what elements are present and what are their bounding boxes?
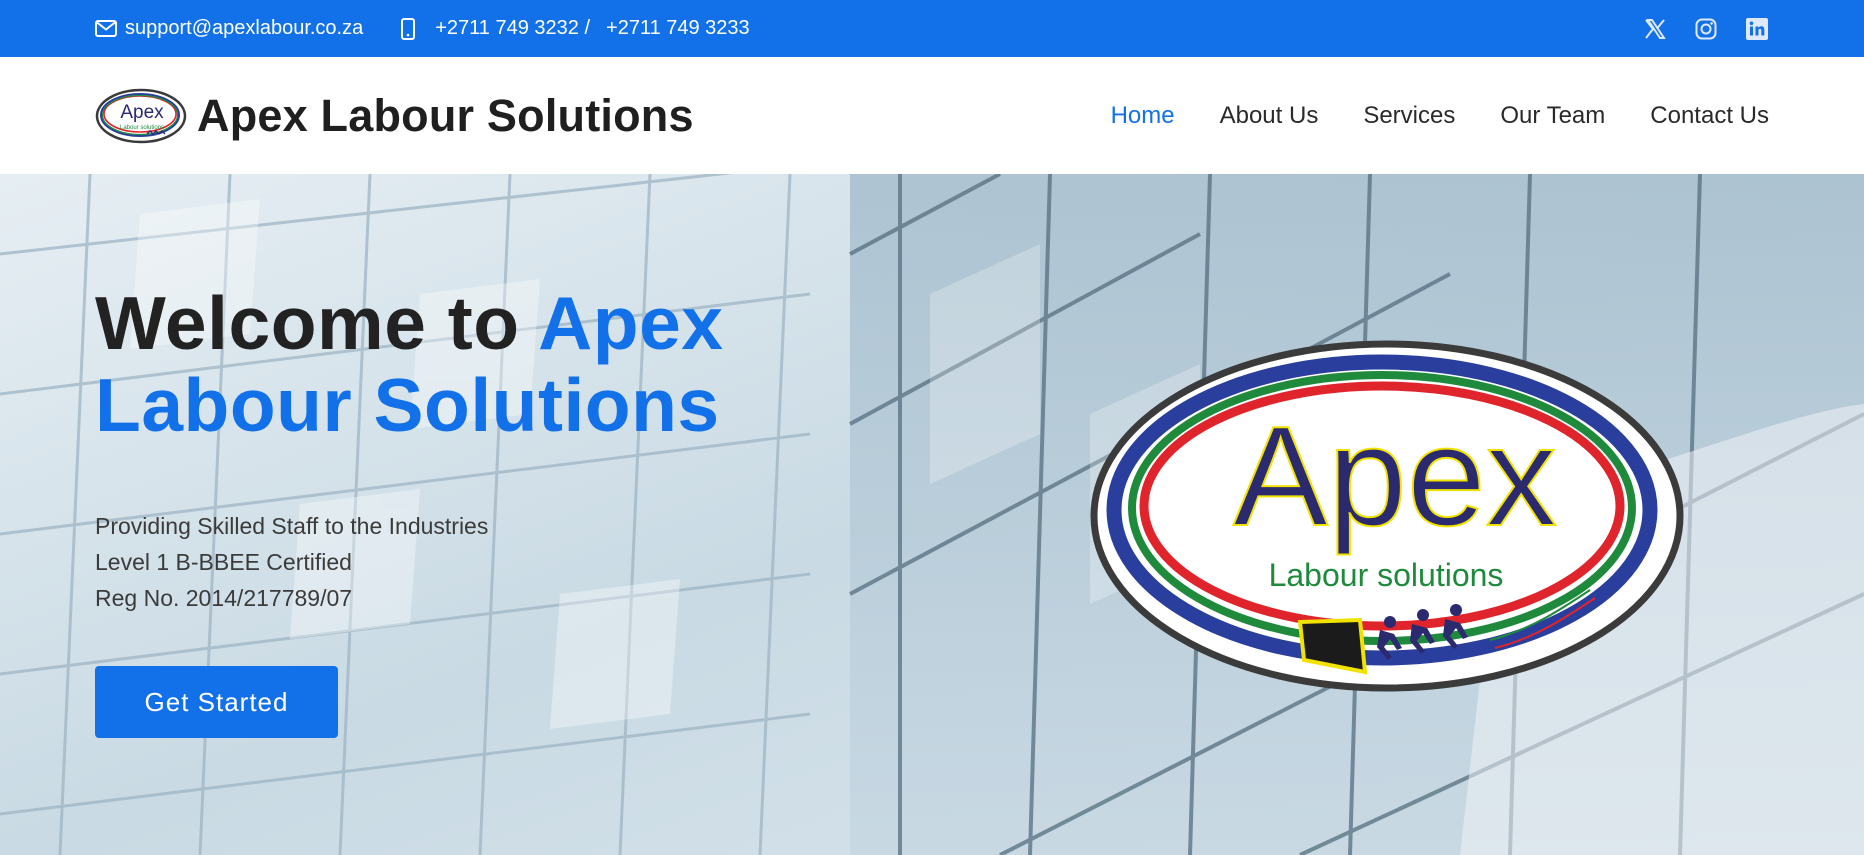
instagram-icon[interactable] <box>1694 17 1718 41</box>
phone-number-1[interactable]: +2711 749 3232 / <box>435 17 590 40</box>
x-twitter-icon[interactable] <box>1643 17 1667 41</box>
phone-icon <box>401 17 416 40</box>
logo-large-wordmark: Apex <box>1233 397 1557 556</box>
nav-services[interactable]: Services <box>1363 102 1455 130</box>
hero-title: Welcome to Apex Labour Solutions <box>95 282 815 446</box>
hero-title-accent-2: Labour Solutions <box>95 363 720 447</box>
brand-name: Apex Labour Solutions <box>197 89 694 141</box>
hero-line-tagline: Providing Skilled Staff to the Industrie… <box>95 513 489 539</box>
social-links <box>1643 0 1769 57</box>
nav-contact-us[interactable]: Contact Us <box>1650 102 1769 130</box>
hero-line-reg: Reg No. 2014/217789/07 <box>95 585 353 611</box>
site-header: Apex Labour solutions Apex Labour Soluti… <box>0 57 1864 174</box>
email-contact[interactable]: support@apexlabour.co.za <box>95 17 363 40</box>
hero-title-accent-1: Apex <box>538 281 724 365</box>
contact-info: support@apexlabour.co.za +2711 749 3232 … <box>95 0 750 57</box>
apex-logo-large: Apex Labour solutions <box>1090 340 1684 692</box>
logo-large-tagline: Labour solutions <box>1269 557 1504 593</box>
hero-line-bbbee: Level 1 B-BBEE Certified <box>95 549 352 575</box>
envelope-icon <box>95 20 117 37</box>
get-started-button[interactable]: Get Started <box>95 666 338 738</box>
hero-section: Welcome to Apex Labour Solutions Providi… <box>0 174 1864 855</box>
main-nav: Home About Us Services Our Team Contact … <box>1111 57 1769 174</box>
nav-about-us[interactable]: About Us <box>1220 102 1319 130</box>
apex-logo-small: Apex Labour solutions <box>95 88 187 143</box>
nav-home[interactable]: Home <box>1111 102 1175 130</box>
hero-description: Providing Skilled Staff to the Industrie… <box>95 508 815 616</box>
phone-contact[interactable]: +2711 749 3232 / +2711 749 3233 <box>401 17 750 40</box>
logo-small-tagline: Labour solutions <box>120 125 164 131</box>
top-bar: support@apexlabour.co.za +2711 749 3232 … <box>0 0 1864 57</box>
brand-home-link[interactable]: Apex Labour solutions Apex Labour Soluti… <box>95 57 694 174</box>
phone-number-2[interactable]: +2711 749 3233 <box>606 17 750 40</box>
hero-title-plain: Welcome to <box>95 281 539 365</box>
nav-our-team[interactable]: Our Team <box>1500 102 1605 130</box>
logo-small-wordmark: Apex <box>120 102 164 123</box>
hero-text-block: Welcome to Apex Labour Solutions Providi… <box>95 282 815 616</box>
email-link[interactable]: support@apexlabour.co.za <box>125 17 363 40</box>
linkedin-icon[interactable] <box>1745 17 1769 41</box>
